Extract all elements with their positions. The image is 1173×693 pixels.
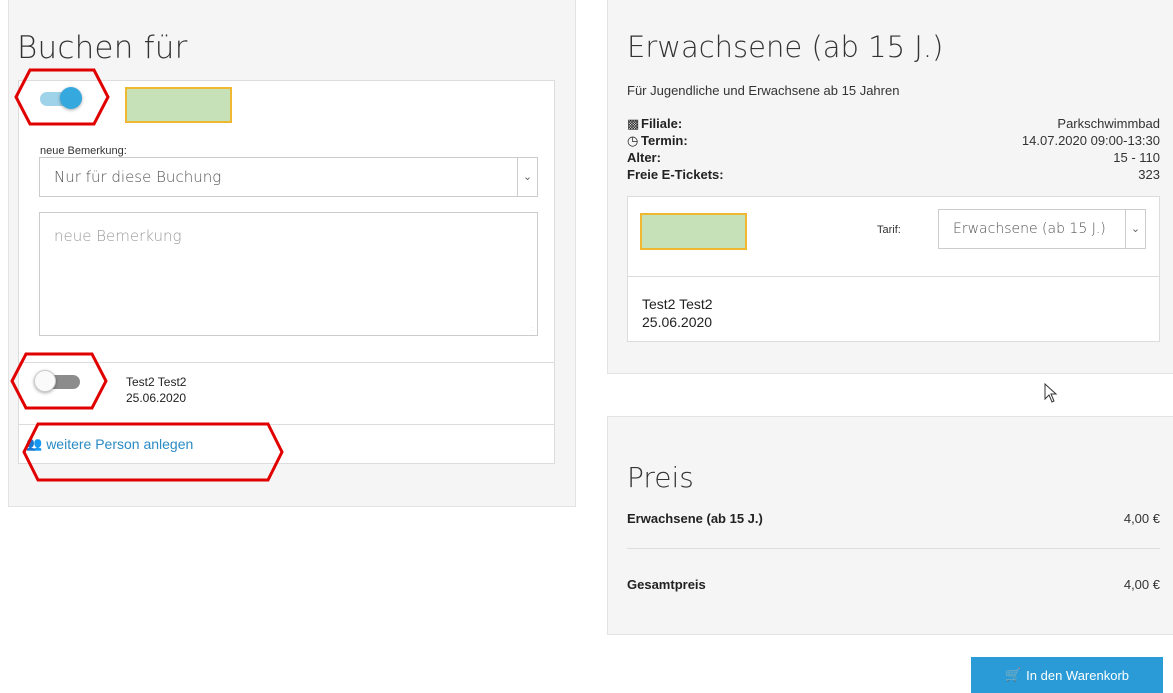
person-date: 25.06.2020: [642, 314, 713, 330]
divider: [628, 276, 1159, 277]
remark-placeholder: neue Bemerkung: [54, 227, 182, 245]
resize-grip-icon[interactable]: .:: [529, 324, 534, 333]
info-row-date: ◷ Termin: 14.07.2020 09:00-13:30: [627, 133, 1160, 149]
ticket-title: Erwachsene (ab 15 J.): [627, 30, 944, 64]
chevron-down-icon: ⌄: [517, 158, 537, 196]
tarif-select[interactable]: Erwachsene (ab 15 J.) ⌄: [938, 209, 1146, 249]
tarif-label: Tarif:: [877, 224, 901, 236]
booking-for-title: Buchen für: [17, 30, 188, 66]
ticket-subtitle: Für Jugendliche und Erwachsene ab 15 Jah…: [627, 83, 900, 98]
info-row-age: Alter: 15 - 110: [627, 150, 1160, 166]
mouse-cursor-icon: [1044, 382, 1058, 408]
building-icon: ▩: [627, 116, 640, 131]
remark-scope-value: Nur für diese Buchung: [54, 168, 222, 186]
person-name: Test2 Test2: [642, 296, 713, 312]
divider: [627, 548, 1160, 549]
total-label: Gesamtpreis: [627, 577, 706, 592]
tarif-value: Erwachsene (ab 15 J.): [953, 221, 1106, 237]
info-label: Filiale:: [641, 116, 683, 131]
remark-scope-select[interactable]: Nur für diese Buchung ⌄: [39, 157, 538, 197]
ticket-person-info: Test2 Test2 25.06.2020: [642, 295, 713, 331]
person-date: 25.06.2020: [126, 391, 187, 405]
remark-label: neue Bemerkung:: [40, 145, 127, 157]
annotation-highlight: [14, 68, 110, 126]
cart-icon: 🛒: [1004, 667, 1022, 682]
info-value: Parkschwimmbad: [1057, 116, 1160, 131]
info-row-branch: ▩ Filiale: Parkschwimmbad: [627, 116, 1160, 132]
person-info: Test2 Test2 25.06.2020: [126, 374, 186, 406]
total-value: 4,00 €: [1123, 577, 1160, 592]
redacted-name-box: [125, 87, 232, 123]
add-to-cart-label: In den Warenkorb: [1026, 667, 1130, 683]
annotation-highlight: [10, 352, 108, 410]
info-row-free-tickets: Freie E-Tickets: 323: [627, 167, 1160, 183]
price-line-value: 4,00 €: [1123, 511, 1160, 526]
annotation-highlight: [22, 422, 284, 482]
info-label: Freie E-Tickets:: [627, 167, 724, 182]
remark-textarea[interactable]: neue Bemerkung .:: [39, 212, 538, 336]
info-label: Termin:: [641, 133, 688, 148]
info-label: Alter:: [627, 150, 661, 165]
price-line-label: Erwachsene (ab 15 J.): [627, 511, 763, 526]
person-name: Test2 Test2: [126, 375, 187, 389]
redacted-name-box: [640, 213, 747, 250]
chevron-down-icon: ⌄: [1125, 210, 1145, 248]
price-title: Preis: [627, 461, 694, 494]
info-value: 323: [1138, 167, 1160, 182]
info-value: 14.07.2020 09:00-13:30: [1021, 133, 1160, 148]
info-value: 15 - 110: [1113, 150, 1160, 165]
add-to-cart-button[interactable]: 🛒 In den Warenkorb: [971, 657, 1163, 693]
clock-icon: ◷: [627, 133, 639, 148]
